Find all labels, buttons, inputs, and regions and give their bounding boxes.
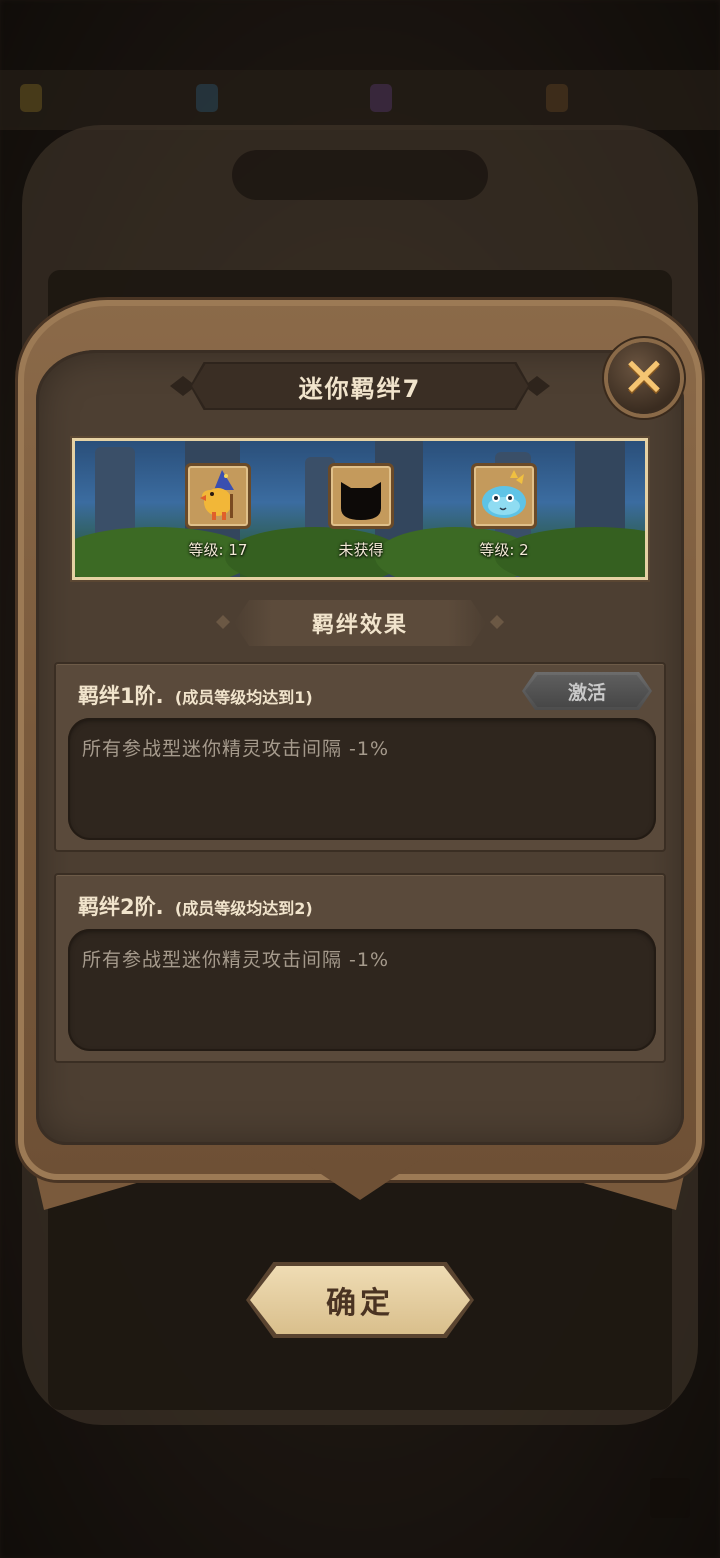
tier-description: 所有参战型迷你精灵攻击间隔 -1% (82, 949, 390, 971)
tier-condition: (成员等级均达到2) (174, 899, 313, 918)
member-banner: 等级: 17 未获得 等级: 2 (72, 438, 648, 580)
frame-bottom-tip (300, 1160, 420, 1200)
member-level-1: 等级: 17 (188, 541, 248, 559)
tier-condition: (成员等级均达到1) (174, 688, 313, 707)
tier-title-1: 羁绊1阶. (成员等级均达到1) (78, 680, 313, 710)
member-level-3: 等级: 2 (479, 541, 529, 559)
confirm-button-label: 确定 (326, 1286, 394, 1321)
tier-name: 羁绊2阶. (78, 895, 164, 919)
title-banner: 迷你羁绊7 (190, 362, 530, 410)
tier-card-2: 羁绊2阶. (成员等级均达到2) 所有参战型迷你精灵攻击间隔 -1% (54, 873, 666, 1063)
close-x-icon: ✕ (621, 346, 667, 409)
tier-description-box: 所有参战型迷你精灵攻击间隔 -1% (68, 929, 656, 1051)
member-slot-3[interactable] (471, 463, 537, 529)
member-slot-1[interactable] (185, 463, 251, 529)
blue-blob-pet-icon (482, 470, 526, 518)
tier-name: 羁绊1阶. (78, 684, 164, 708)
tier-card-1: 羁绊1阶. (成员等级均达到1) 激活 所有参战型迷你精灵攻击间隔 -1% (54, 662, 666, 852)
member-status-2: 未获得 (338, 541, 384, 559)
effects-header-label: 羁绊效果 (311, 613, 408, 638)
tier-description: 所有参战型迷你精灵攻击间隔 -1% (82, 738, 390, 760)
duck-wizard-pet-icon (200, 470, 234, 520)
tier-title-2: 羁绊2阶. (成员等级均达到2) (78, 891, 313, 921)
activate-button-label: 激活 (567, 681, 606, 704)
dialog-title: 迷你羁绊7 (298, 374, 422, 403)
locked-silhouette-icon (341, 482, 381, 520)
close-button[interactable]: ✕ (608, 342, 680, 414)
tier-description-box: 所有参战型迷你精灵攻击间隔 -1% (68, 718, 656, 840)
member-slot-2[interactable] (328, 463, 394, 529)
effects-header: 羁绊效果 (234, 600, 486, 646)
activate-button[interactable]: 激活 (522, 672, 652, 710)
confirm-button-face: 确定 (250, 1266, 470, 1334)
confirm-button[interactable]: 确定 (246, 1262, 474, 1338)
